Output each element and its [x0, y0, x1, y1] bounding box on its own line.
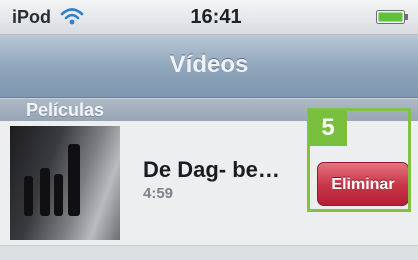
battery-icon — [376, 10, 408, 24]
thumbnail-figure — [24, 176, 33, 216]
clock: 16:41 — [190, 6, 242, 28]
video-thumbnail — [10, 126, 120, 240]
screen: iPod 16:41 Vídeos Películas De Dag- be… … — [0, 0, 418, 260]
section-header-label: Películas — [26, 100, 105, 120]
step-number-badge: 5 — [309, 110, 347, 146]
page-title: Vídeos — [169, 51, 249, 78]
video-title: De Dag- be… — [143, 157, 280, 182]
carrier-label: iPod — [12, 7, 51, 27]
thumbnail-figure — [68, 144, 80, 216]
thumbnail-figure — [40, 168, 50, 216]
navigation-bar: Vídeos — [0, 35, 418, 98]
video-duration: 4:59 — [143, 185, 174, 202]
status-bar: iPod 16:41 — [0, 0, 418, 35]
thumbnail-figure — [54, 174, 63, 216]
wifi-icon — [60, 8, 84, 25]
empty-row — [0, 246, 418, 260]
